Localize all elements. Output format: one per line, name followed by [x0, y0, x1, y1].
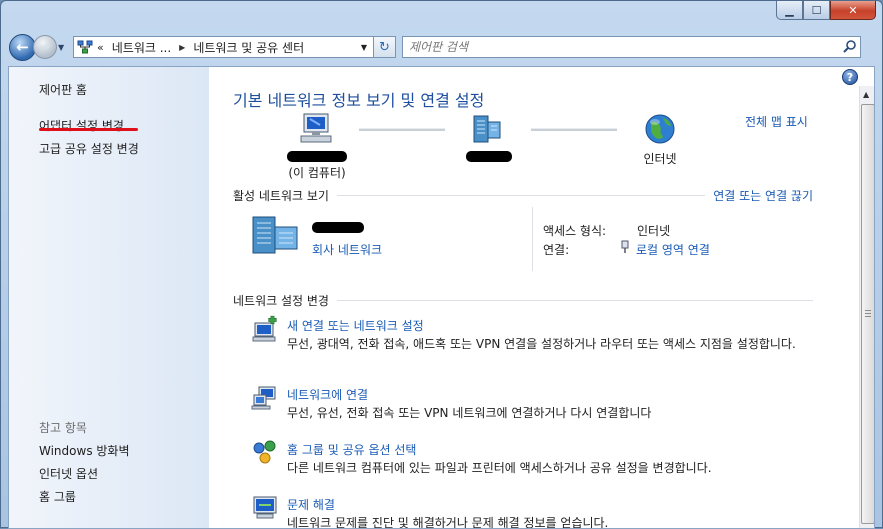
refresh-button[interactable]: ↻ — [374, 36, 396, 58]
homegroup-options-desc: 다른 네트워크 컴퓨터에 있는 파일과 프린터에 액세스하거나 공유 설정을 변… — [287, 461, 712, 475]
title-buttons: ▁ ☐ ✕ — [776, 1, 876, 20]
connect-network-icon[interactable] — [251, 383, 279, 411]
maximize-icon: ☐ — [811, 3, 822, 17]
computer-icon[interactable] — [298, 112, 334, 146]
homegroup-icon[interactable] — [251, 438, 279, 466]
local-area-connection-link[interactable]: 로컬 영역 연결 — [636, 241, 710, 258]
troubleshoot-link[interactable]: 문제 해결 — [287, 496, 335, 513]
new-connection-link[interactable]: 새 연결 또는 네트워크 설정 — [287, 317, 424, 334]
redacted-active-network-name — [312, 222, 364, 233]
page-title: 기본 네트워크 정보 보기 및 연결 설정 — [233, 91, 485, 110]
change-settings-heading: 네트워크 설정 변경 — [233, 294, 329, 308]
network-icon[interactable] — [470, 112, 504, 146]
navigation-bar: ← → ▼ « 네트워크 ... ▶ 네트워크 및 공유 센터 ▼ ↻ — [7, 31, 876, 63]
search-box[interactable] — [402, 36, 861, 58]
sidebar-item-internet-options[interactable]: 인터넷 옵션 — [39, 465, 98, 482]
internet-label: 인터넷 — [643, 152, 677, 166]
connect-network-link[interactable]: 네트워크에 연결 — [287, 386, 368, 403]
scroll-up-icon[interactable]: ▲ — [863, 90, 869, 99]
globe-icon[interactable] — [643, 112, 677, 146]
ethernet-icon — [621, 240, 629, 253]
access-type-label: 액세스 형식: — [543, 224, 607, 238]
redacted-network-name — [466, 151, 512, 162]
address-overflow-chevron[interactable]: « — [97, 41, 104, 54]
connector-line — [359, 128, 445, 131]
sidebar-item-firewall[interactable]: Windows 방화벽 — [39, 442, 130, 459]
close-icon: ✕ — [848, 3, 858, 17]
divider-vertical — [532, 207, 533, 271]
active-networks-header: 활성 네트워크 보기 연결 또는 연결 끊기 — [233, 187, 813, 204]
divider — [336, 300, 813, 301]
sidebar-item-control-panel-home[interactable]: 제어판 홈 — [39, 81, 87, 98]
troubleshoot-icon[interactable] — [251, 493, 279, 521]
address-dropdown-icon[interactable]: ▼ — [361, 43, 373, 52]
new-connection-icon[interactable] — [251, 315, 279, 343]
homegroup-options-link[interactable]: 홈 그룹 및 공유 옵션 선택 — [287, 441, 416, 458]
network-center-icon — [77, 40, 93, 54]
scroll-thumb[interactable] — [861, 104, 874, 524]
sidebar-item-adapter-settings[interactable]: 어댑터 설정 변경 — [39, 117, 124, 134]
troubleshoot-desc: 네트워크 문제를 진단 및 해결하거나 문제 해결 정보를 얻습니다. — [287, 516, 609, 529]
minimize-icon: ▁ — [785, 3, 794, 17]
search-input[interactable] — [409, 40, 840, 54]
forward-button[interactable]: → — [33, 35, 57, 59]
see-also-heading: 참고 항목 — [39, 421, 87, 435]
breadcrumb-sharing-center[interactable]: 네트워크 및 공유 센터 — [193, 39, 304, 56]
maximize-button[interactable]: ☐ — [803, 1, 830, 20]
window: ▁ ☐ ✕ ← → ▼ « 네트워크 ... ▶ 네트워크 및 공유 센터 ▼ … — [0, 0, 883, 529]
sidebar-item-advanced-sharing[interactable]: 고급 공유 설정 변경 — [39, 140, 139, 157]
work-network-icon[interactable] — [251, 215, 301, 255]
highlight-underline — [39, 128, 138, 131]
grip-line — [865, 313, 871, 314]
main-panel: 기본 네트워크 정보 보기 및 연결 설정 전체 맵 표시 (이 컴퓨터) 인터… — [209, 67, 859, 529]
divider — [336, 195, 706, 196]
minimize-button[interactable]: ▁ — [776, 1, 803, 20]
connection-label: 연결: — [543, 243, 570, 257]
search-icon[interactable] — [840, 39, 860, 55]
back-button[interactable]: ← — [9, 33, 36, 61]
sidebar: 제어판 홈 어댑터 설정 변경 고급 공유 설정 변경 참고 항목 Window… — [9, 67, 209, 528]
chevron-down-icon: ▼ — [58, 42, 65, 52]
grip-line — [865, 310, 871, 311]
redacted-computer-name — [287, 151, 347, 162]
active-networks-heading: 활성 네트워크 보기 — [233, 189, 329, 203]
show-full-map-link[interactable]: 전체 맵 표시 — [745, 113, 808, 130]
forward-arrow-icon: → — [39, 39, 51, 55]
new-connection-desc: 무선, 광대역, 전화 접속, 애드혹 또는 VPN 연결을 설정하거나 라우터… — [287, 337, 796, 351]
recent-pages-button[interactable]: ▼ — [58, 43, 70, 52]
refresh-icon: ↻ — [379, 39, 390, 55]
close-button[interactable]: ✕ — [830, 1, 876, 20]
connect-network-desc: 무선, 유선, 전화 접속 또는 VPN 네트워크에 연결하거나 다시 연결합니… — [287, 406, 652, 420]
network-type-link[interactable]: 회사 네트워크 — [312, 241, 382, 258]
access-type-value: 인터넷 — [637, 224, 671, 238]
breadcrumb-separator-icon[interactable]: ▶ — [179, 43, 185, 52]
connector-line — [531, 128, 617, 131]
address-bar[interactable]: « 네트워크 ... ▶ 네트워크 및 공유 센터 ▼ — [73, 36, 374, 58]
back-arrow-icon: ← — [16, 38, 29, 56]
breadcrumb-network[interactable]: 네트워크 ... — [112, 39, 171, 56]
connect-disconnect-link[interactable]: 연결 또는 연결 끊기 — [713, 187, 813, 204]
content-area: 제어판 홈 어댑터 설정 변경 고급 공유 설정 변경 참고 항목 Window… — [8, 66, 875, 529]
computer-label: (이 컴퓨터) — [288, 166, 346, 180]
sidebar-item-homegroup[interactable]: 홈 그룹 — [39, 488, 76, 505]
vertical-scrollbar[interactable]: ▲ — [859, 86, 874, 528]
change-settings-header: 네트워크 설정 변경 — [233, 292, 813, 309]
grip-line — [865, 316, 871, 317]
